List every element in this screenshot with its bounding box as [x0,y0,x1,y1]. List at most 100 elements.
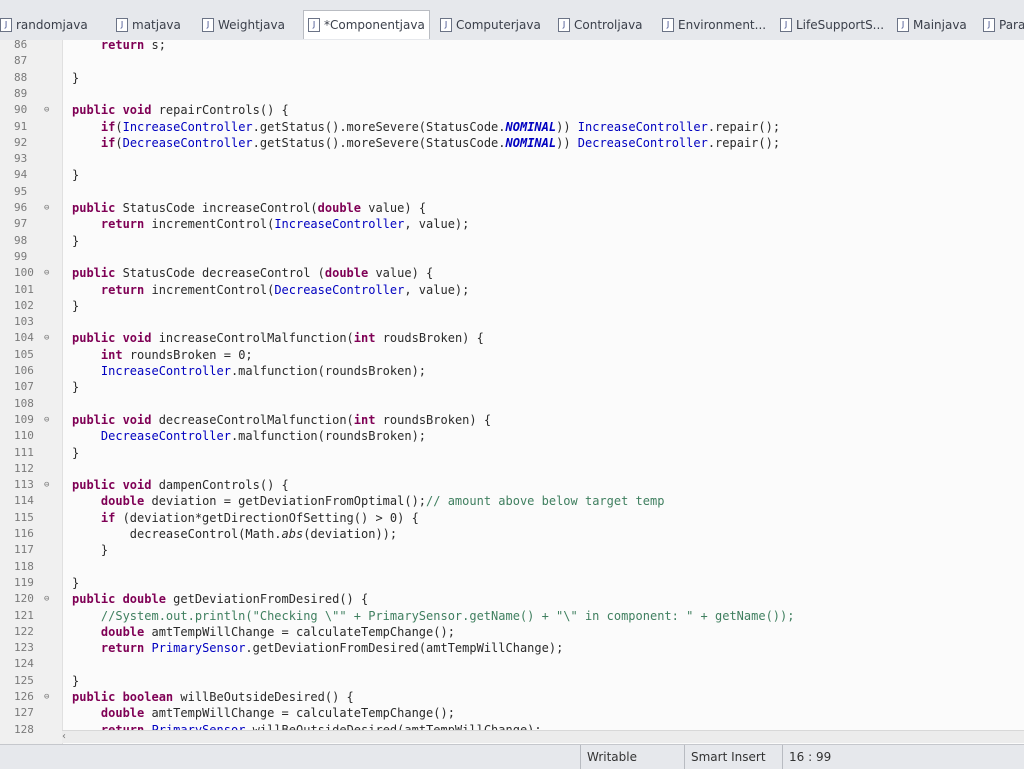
tab-label: Controljava [574,18,643,32]
line-number: 115 [14,510,34,524]
line-number: 86 [14,38,28,51]
tab-control-java[interactable]: J Controljava [558,14,648,36]
tab-computer-java[interactable]: J Computerjava [440,14,540,36]
code-text: public double getDeviationFromDesired() … [72,592,369,607]
fold-marker-icon[interactable]: ⊖ [44,200,54,216]
insert-mode-status: Smart Insert [684,745,779,769]
line-number: 112 [14,461,34,475]
java-file-icon: J [897,18,909,32]
code-text: DecreaseController.malfunction(roundsBro… [100,429,427,444]
code-editor[interactable]: 86 return s; 87 88} 89 90 ⊖ public void repair… [0,38,1024,744]
tab-label: Mainjava [913,18,967,32]
code-text: public void increaseControlMalfunction(i… [72,331,484,346]
line-number: 102 [14,298,34,312]
code-text: } [72,575,80,590]
code-text: } [72,673,80,688]
tab-label: LifeSupportS... [796,18,885,32]
line-number: 122 [14,624,34,638]
line-number: 99 [14,249,28,263]
tab-weight-java[interactable]: J Weightjava [202,14,298,36]
line-number: 113 [14,478,34,492]
line-number: 96 [14,201,28,214]
line-number: 114 [14,494,34,508]
line-number: 98 [14,233,28,247]
line-number: 91 [14,119,28,133]
java-file-icon: J [440,18,452,32]
line-number: 123 [14,641,34,655]
line-number: 93 [14,152,28,166]
line-number: 105 [14,347,34,361]
tab-label: matjava [132,18,181,32]
code-text: public void repairControls() { [72,103,289,118]
line-number: 100 [14,266,34,280]
tab-component-java[interactable]: J *Componentjava ✕ [303,10,430,39]
code-text: public void decreaseControlMalfunction(i… [72,412,492,427]
tab-mat-java[interactable]: J matjava [116,14,186,36]
code-text: } [72,445,80,460]
line-number: 110 [14,429,34,443]
writable-status: Writable [580,745,683,769]
code-text: public boolean willBeOutsideDesired() { [72,690,354,704]
java-file-icon: J [662,18,674,32]
line-number: 108 [14,396,34,410]
line-number: 124 [14,657,34,671]
code-text: } [72,233,80,248]
line-number: 90 [14,103,28,117]
tab-label: Param [999,18,1024,32]
scroll-left-icon[interactable]: ‹ [62,731,66,743]
horizontal-scrollbar[interactable]: ‹ [62,730,1024,743]
code-text: if(DecreaseController.getStatus().moreSe… [100,135,781,150]
line-number: 128 [14,722,34,736]
java-file-icon: J [0,18,12,32]
java-file-icon: J [308,18,320,32]
line-number: 89 [14,86,28,100]
tab-main-java[interactable]: J Mainjava [897,14,973,36]
line-number: 109 [14,412,34,426]
line-number: 126 [14,690,34,703]
code-text: IncreaseController.malfunction(roundsBro… [100,364,427,378]
tab-label: *Componentjava [324,18,425,32]
fold-marker-icon[interactable]: ⊖ [44,689,54,705]
line-number: 106 [14,364,34,377]
code-text: double amtTempWillChange = calculateTemp… [100,706,455,721]
line-number: 121 [14,608,34,622]
fold-marker-icon[interactable]: ⊖ [44,412,54,428]
line-number: 116 [14,527,34,540]
line-number: 95 [14,184,28,198]
line-number: 120 [14,592,34,606]
code-text: public StatusCode decreaseControl (doubl… [72,266,434,281]
tab-random-java[interactable]: J randomjava [0,14,100,36]
java-file-icon: J [202,18,214,32]
tab-environment-java[interactable]: J Environment... [662,14,766,36]
java-file-icon: J [780,18,792,32]
cursor-position-status: 16 : 99 [782,745,869,769]
line-number: 111 [14,445,34,459]
code-text: //System.out.println("Checking \"" + Pri… [100,608,795,623]
code-text: } [72,168,80,183]
code-text: public StatusCode increaseControl(double… [72,201,427,215]
code-text: double deviation = getDeviationFromOptim… [100,494,665,509]
code-text: return PrimarySensor.getDeviationFromDes… [100,641,564,656]
tab-lifesupport-java[interactable]: J LifeSupportS... [780,14,890,36]
fold-marker-icon[interactable]: ⊖ [44,477,54,493]
java-file-icon: J [983,18,995,32]
line-number: 88 [14,70,28,84]
tab-param-java[interactable]: J Param [983,14,1024,36]
line-number: 119 [14,575,34,589]
code-text: int roundsBroken = 0; [100,347,253,362]
code-text: double amtTempWillChange = calculateTemp… [100,624,455,639]
line-number: 104 [14,331,34,345]
line-number: 127 [14,706,34,720]
code-text: return incrementControl(IncreaseControll… [100,217,470,232]
fold-marker-icon[interactable]: ⊖ [44,265,54,281]
code-text: } [72,380,80,395]
code-text: public void dampenControls() { [72,478,289,493]
fold-marker-icon[interactable]: ⊖ [44,591,54,607]
fold-marker-icon[interactable]: ⊖ [44,330,54,346]
fold-marker-icon[interactable]: ⊖ [44,102,54,118]
line-number: 92 [14,135,28,149]
code-text: decreaseControl(Math.abs(deviation)); [72,527,398,541]
line-number: 117 [14,543,34,557]
line-number: 101 [14,282,34,296]
code-text: return incrementControl(DecreaseControll… [100,282,470,297]
